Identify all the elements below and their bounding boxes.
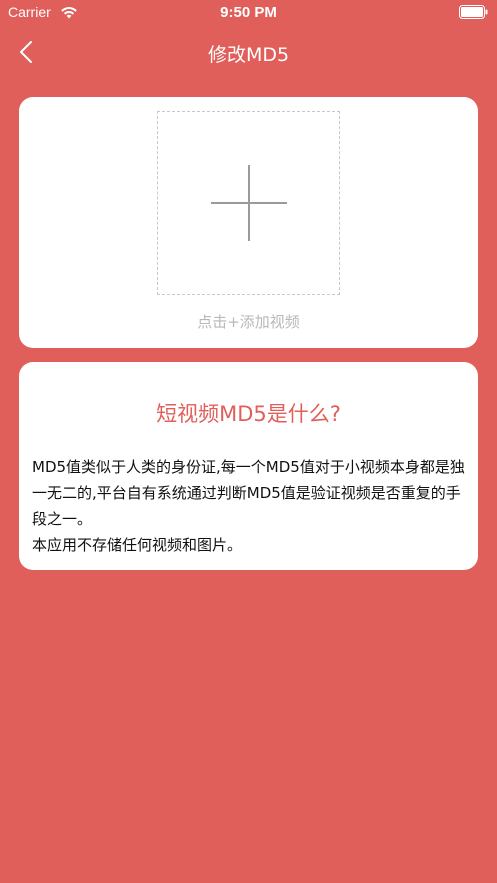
status-time: 9:50 PM (220, 4, 277, 21)
add-video-button[interactable] (157, 111, 340, 295)
status-bar: Carrier 9:50 PM (0, 0, 497, 26)
upload-hint: 点击+添加视频 (197, 313, 300, 331)
info-body: MD5值类似于人类的身份证,每一个MD5值对于小视频本身都是独一无二的,平台自有… (32, 454, 468, 558)
info-card: 短视频MD5是什么? MD5值类似于人类的身份证,每一个MD5值对于小视频本身都… (19, 362, 478, 570)
info-paragraph: MD5值类似于人类的身份证,每一个MD5值对于小视频本身都是独一无二的,平台自有… (32, 458, 465, 528)
plus-icon (211, 165, 287, 241)
info-title: 短视频MD5是什么? (156, 402, 341, 426)
info-paragraph: 本应用不存储任何视频和图片。 (32, 536, 243, 554)
upload-card: 点击+添加视频 (19, 97, 478, 348)
battery-icon (459, 5, 488, 19)
nav-bar: 修改MD5 (0, 26, 497, 78)
page-title: 修改MD5 (207, 44, 290, 66)
